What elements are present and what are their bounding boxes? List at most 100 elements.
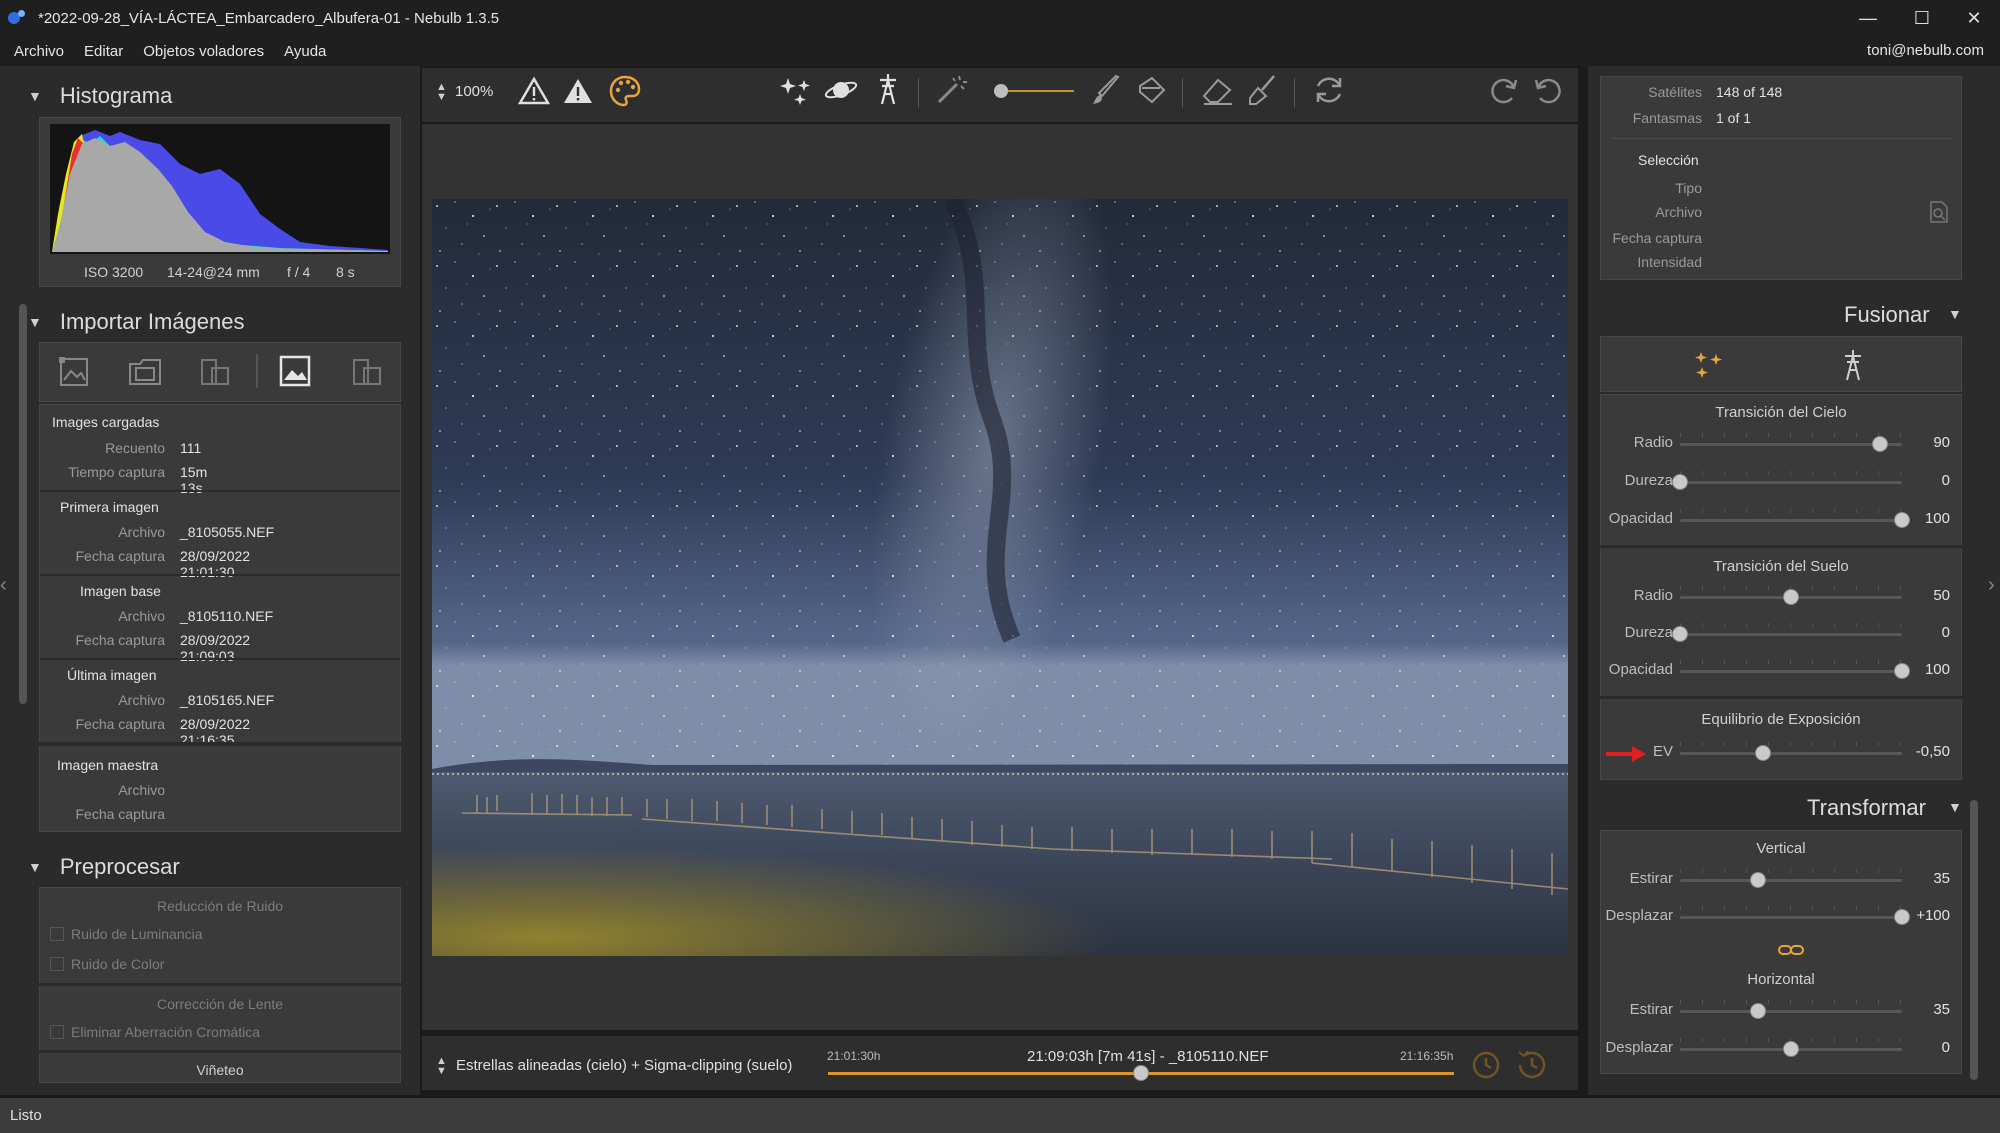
color-palette-icon[interactable] (608, 74, 642, 108)
slider-label: Opacidad (1608, 661, 1673, 678)
left-panel-scrollbar[interactable] (19, 304, 27, 704)
luminance-checkbox[interactable] (50, 927, 64, 941)
master-image-icon[interactable] (350, 356, 382, 388)
locate-file-icon[interactable] (1928, 200, 1950, 224)
transform-title[interactable]: Transformar (1807, 795, 1926, 821)
zoom-spinner-icon[interactable]: ▲ ▼ (436, 82, 447, 103)
planet-icon[interactable] (824, 74, 858, 106)
ground-opacity-slider[interactable]: Opacidad 100 (1600, 656, 1962, 686)
toolbar-divider (1294, 78, 1295, 108)
user-email[interactable]: toni@nebulb.com (1867, 42, 1984, 59)
ground-hardness-slider[interactable]: Dureza 0 (1600, 619, 1962, 649)
slider-track (1680, 1010, 1902, 1013)
exposure-balance-title: Equilibrio de Exposición (1701, 711, 1861, 728)
file-label: Archivo (1655, 204, 1702, 220)
ghosts-label: Fantasmas (1632, 110, 1702, 126)
import-header[interactable]: ▼ Importar Imágenes (28, 304, 245, 340)
menu-editar[interactable]: Editar (84, 43, 123, 60)
slider-thumb[interactable] (1783, 589, 1799, 605)
horizontal-shift-slider[interactable]: Desplazar 0 (1600, 1034, 1962, 1064)
slider-thumb[interactable] (1755, 745, 1772, 761)
luminance-label: Ruido de Luminancia (71, 926, 203, 942)
preprocess-header[interactable]: ▼ Preprocesar (28, 849, 180, 885)
fusion-title[interactable]: Fusionar (1844, 302, 1930, 328)
import-folder-icon[interactable] (128, 356, 162, 388)
fill-bucket-icon[interactable] (1134, 74, 1168, 106)
slider-thumb[interactable] (1894, 512, 1910, 528)
collapse-left-arrow-icon[interactable]: ‹ (0, 574, 12, 597)
warning-filled-icon[interactable] (562, 76, 594, 106)
separator (39, 983, 401, 986)
timeline-thumb[interactable] (1133, 1065, 1149, 1081)
histogram-header[interactable]: ▼ Histograma (28, 78, 172, 114)
stars-icon[interactable] (780, 74, 812, 106)
clock-back-icon[interactable] (1470, 1048, 1504, 1082)
ev-slider[interactable]: EV -0,50 (1600, 738, 1962, 768)
color-noise-checkbox[interactable] (50, 957, 64, 971)
slider-label: Radio (1633, 587, 1673, 604)
sky-opacity-slider[interactable]: Opacidad 100 (1600, 505, 1962, 535)
slider-track (1680, 670, 1902, 673)
ground-mode-icon[interactable] (1838, 348, 1868, 382)
link-chain-icon[interactable] (1777, 942, 1805, 958)
sweep-brush-icon[interactable] (1246, 74, 1278, 106)
slider-label: Desplazar (1605, 1039, 1673, 1056)
lens-title: Corrección de Lente (156, 996, 284, 1012)
slider-track (1680, 519, 1902, 522)
blend-mode-label[interactable]: Estrellas alineadas (cielo) + Sigma-clip… (456, 1057, 792, 1074)
vertical-shift-slider[interactable]: Desplazar +100 (1600, 902, 1962, 932)
base-image-icon[interactable] (278, 354, 312, 388)
brush-icon[interactable] (1090, 74, 1122, 106)
refresh-icon[interactable] (1312, 74, 1346, 106)
magic-wand-icon[interactable] (935, 74, 967, 106)
slider-thumb[interactable] (1894, 909, 1910, 925)
ground-radius-slider[interactable]: Radio 50 (1600, 582, 1962, 612)
slider-thumb[interactable] (1672, 474, 1688, 490)
vignetting-title[interactable]: Viñeteo (40, 1062, 400, 1078)
clock-forward-icon[interactable] (1515, 1048, 1549, 1082)
slider-thumb[interactable] (1871, 436, 1888, 452)
sky-hardness-slider[interactable]: Dureza 0 (1600, 467, 1962, 497)
horizontal-stretch-slider[interactable]: Estirar 35 (1600, 996, 1962, 1026)
composited-image[interactable] (432, 199, 1568, 956)
zoom-level[interactable]: 100% (455, 83, 493, 100)
right-panel-scrollbar[interactable] (1970, 800, 1978, 1080)
histogram-title: Histograma (59, 83, 173, 108)
sky-transition-title: Transición del Cielo (1715, 404, 1847, 421)
noise-title: Reducción de Ruido (156, 898, 284, 914)
redo-icon[interactable] (1488, 74, 1520, 106)
sky-radius-slider[interactable]: Radio 90 (1600, 429, 1962, 459)
slider-value: 35 (1933, 1001, 1950, 1018)
slider-value: 50 (1933, 587, 1950, 604)
stars-mode-icon[interactable] (1692, 350, 1726, 380)
slider-thumb[interactable] (1894, 663, 1910, 679)
collapse-triangle-icon[interactable]: ▼ (1948, 306, 1962, 322)
minimize-button[interactable]: — (1840, 0, 1896, 36)
histogram-chart (50, 124, 390, 254)
separator (1612, 138, 1952, 139)
slider-thumb[interactable] (1749, 872, 1766, 888)
slider-thumb[interactable] (1749, 1003, 1766, 1019)
brush-size-thumb[interactable] (994, 84, 1008, 98)
warning-outline-icon[interactable] (518, 76, 550, 106)
vertical-stretch-slider[interactable]: Estirar 35 (1600, 865, 1962, 895)
mode-spinner-icon[interactable]: ▲ ▼ (436, 1056, 447, 1077)
slider-thumb[interactable] (1672, 626, 1688, 642)
first-image-title: Primera imagen (60, 499, 159, 515)
collapse-triangle-icon[interactable]: ▼ (1948, 799, 1962, 815)
slider-label: Estirar (1629, 1001, 1673, 1018)
import-batch-icon[interactable] (198, 356, 230, 388)
tower-icon[interactable] (872, 72, 904, 106)
menu-archivo[interactable]: Archivo (14, 43, 64, 60)
chromatic-checkbox[interactable] (50, 1025, 64, 1039)
close-button[interactable]: ✕ (1946, 0, 2000, 36)
menu-objetos-voladores[interactable]: Objetos voladores (143, 43, 264, 60)
eraser-icon[interactable] (1200, 74, 1234, 106)
time-label: Tiempo captura (68, 464, 165, 480)
menu-ayuda[interactable]: Ayuda (284, 43, 326, 60)
import-image-icon[interactable] (58, 356, 90, 388)
maximize-button[interactable]: ☐ (1894, 0, 1950, 36)
collapse-right-arrow-icon[interactable]: › (1988, 574, 1995, 597)
undo-icon[interactable] (1532, 74, 1564, 106)
slider-thumb[interactable] (1783, 1041, 1799, 1057)
